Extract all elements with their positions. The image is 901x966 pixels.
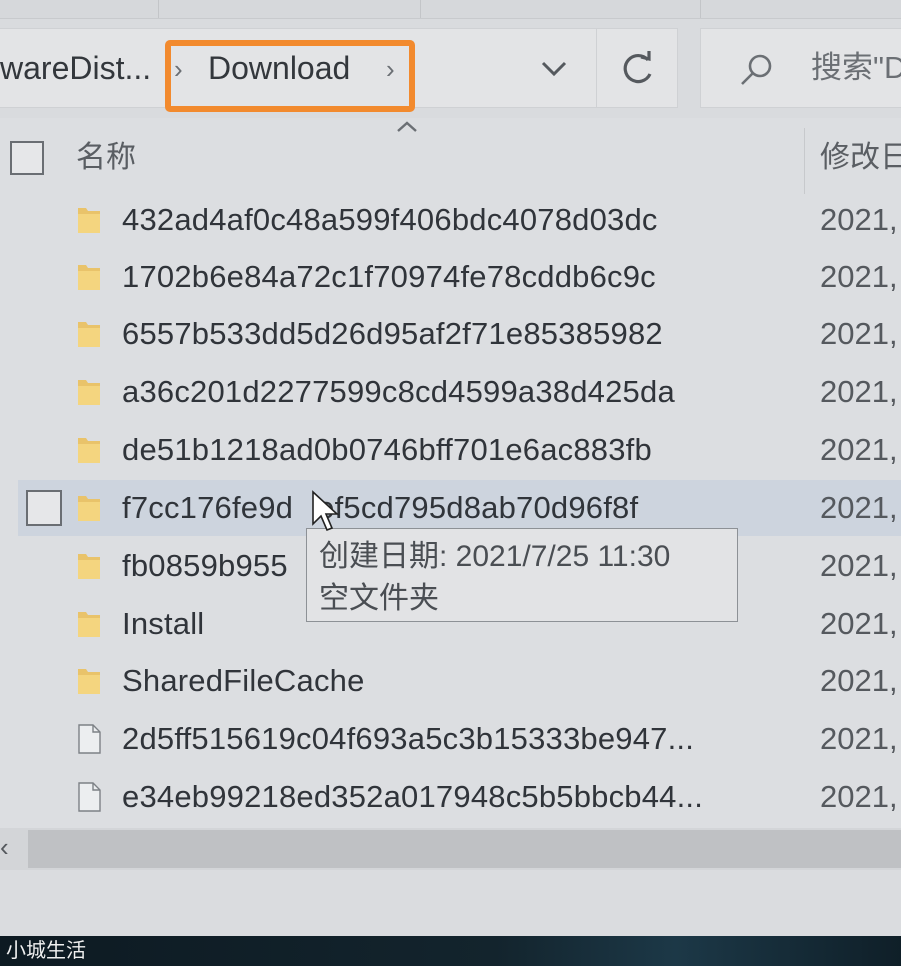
- file-name: 1702b6e84a72c1f70974fe78cddb6c9c: [122, 259, 656, 294]
- file-name: 2d5ff515619c04f693a5c3b15333be947...: [122, 721, 695, 756]
- breadcrumb-parent[interactable]: wareDist...: [0, 29, 151, 107]
- tooltip-created-date: 创建日期: 2021/7/25 11:30: [319, 540, 671, 573]
- folder-icon: [78, 669, 100, 694]
- list-item[interactable]: 6557b533dd5d26d95af2f71e85385982 2021,: [0, 306, 901, 362]
- file-date: 2021,: [820, 606, 898, 641]
- chevron-down-icon: [541, 61, 567, 77]
- list-item[interactable]: 432ad4af0c48a599f406bdc4078d03dc 2021,: [0, 192, 901, 248]
- video-watermark: 小城生活: [6, 938, 86, 962]
- file-date: 2021,: [820, 490, 898, 525]
- folder-icon: [78, 612, 100, 637]
- file-name: fb0859b955: [122, 548, 288, 583]
- file-name: de51b1218ad0b0746bff701e6ac883fb: [122, 432, 652, 467]
- file-date: 2021,: [820, 374, 898, 409]
- file-date: 2021,: [820, 316, 898, 351]
- breadcrumb-highlight: [165, 40, 415, 112]
- file-date: 2021,: [820, 721, 898, 756]
- search-input[interactable]: 搜索"D: [700, 28, 901, 108]
- folder-icon: [78, 438, 100, 463]
- tooltip-folder-type: 空文件夹: [319, 582, 439, 615]
- list-item[interactable]: e34eb99218ed352a017948c5b5bbcb44... 2021…: [0, 769, 901, 825]
- horizontal-scrollbar[interactable]: ‹: [0, 828, 901, 870]
- file-date: 2021,: [820, 259, 898, 294]
- taskbar: [0, 936, 901, 966]
- search-icon: [741, 54, 772, 85]
- file-name: e34eb99218ed352a017948c5b5bbcb44...: [122, 779, 704, 814]
- folder-icon: [78, 208, 100, 233]
- refresh-icon: [623, 51, 652, 84]
- file-name: SharedFileCache: [122, 663, 365, 698]
- folder-icon: [78, 554, 100, 579]
- folder-icon: [78, 322, 100, 347]
- file-icon: [78, 724, 101, 754]
- file-icon: [78, 782, 101, 812]
- column-header-name[interactable]: 名称: [76, 132, 136, 184]
- file-date: 2021,: [820, 548, 898, 583]
- folder-tooltip: 创建日期: 2021/7/25 11:30 空文件夹: [306, 528, 738, 622]
- select-all-checkbox[interactable]: [10, 141, 44, 175]
- file-date: 2021,: [820, 432, 898, 467]
- folder-icon: [78, 380, 100, 405]
- search-placeholder: 搜索"D: [811, 50, 901, 85]
- file-date: 2021,: [820, 779, 898, 814]
- title-strip: [0, 0, 901, 19]
- address-history-dropdown[interactable]: [530, 43, 578, 93]
- list-item[interactable]: SharedFileCache 2021,: [0, 653, 901, 709]
- folder-icon: [78, 496, 100, 521]
- column-divider[interactable]: [804, 128, 805, 194]
- folder-icon: [78, 265, 100, 290]
- list-item[interactable]: a36c201d2277599c8cd4599a38d425da 2021,: [0, 364, 901, 420]
- file-name: 432ad4af0c48a599f406bdc4078d03dc: [122, 202, 658, 237]
- column-header-date[interactable]: 修改日: [820, 132, 901, 184]
- scrollbar-thumb[interactable]: [28, 830, 901, 868]
- file-name: 6557b533dd5d26d95af2f71e85385982: [122, 316, 663, 351]
- file-date: 2021,: [820, 202, 898, 237]
- file-name: Install: [122, 606, 205, 641]
- list-item[interactable]: 1702b6e84a72c1f70974fe78cddb6c9c 2021,: [0, 249, 901, 305]
- status-area: [0, 870, 901, 936]
- file-name: a36c201d2277599c8cd4599a38d425da: [122, 374, 675, 409]
- refresh-button[interactable]: [596, 29, 677, 107]
- row-checkbox[interactable]: [26, 490, 62, 526]
- scroll-left-icon[interactable]: ‹: [0, 832, 9, 863]
- mouse-cursor-icon: [312, 490, 340, 532]
- file-date: 2021,: [820, 663, 898, 698]
- list-item[interactable]: 2d5ff515619c04f693a5c3b15333be947... 202…: [0, 711, 901, 767]
- sort-ascending-icon: [397, 121, 417, 132]
- list-item[interactable]: de51b1218ad0b0746bff701e6ac883fb 2021,: [0, 422, 901, 478]
